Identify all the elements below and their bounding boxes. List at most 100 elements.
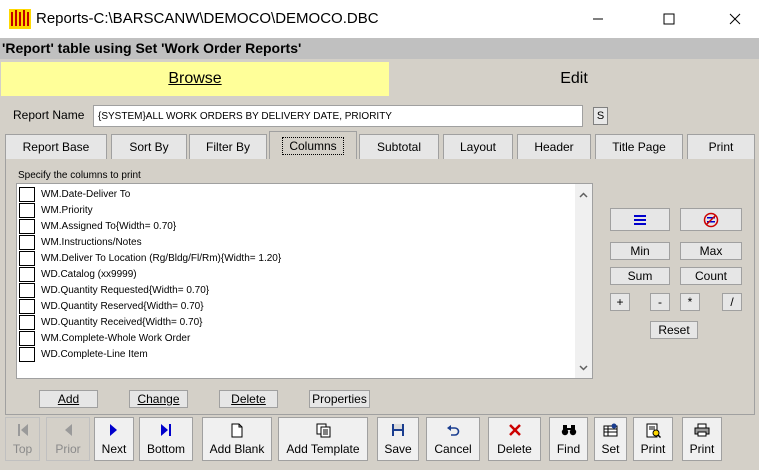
multiply-button[interactable]: *	[680, 293, 700, 311]
minus-button[interactable]: -	[650, 293, 670, 311]
column-checkbox[interactable]	[19, 250, 35, 266]
column-checkbox[interactable]	[19, 346, 35, 362]
plus-button[interactable]: +	[610, 293, 630, 311]
report-name-s-button[interactable]: S	[593, 107, 608, 125]
columns-list[interactable]: WM.Date-Deliver To WM.Priority WM.Assign…	[16, 183, 593, 379]
columns-instruction: Specify the columns to print	[18, 170, 141, 181]
column-checkbox[interactable]	[19, 314, 35, 330]
sum-button[interactable]: Sum	[610, 267, 670, 285]
list-item[interactable]: WD.Quantity Requested{Width= 0.70}	[19, 282, 574, 298]
tab-sort-by[interactable]: Sort By	[111, 134, 187, 159]
minimize-button[interactable]	[575, 0, 621, 38]
close-button[interactable]	[712, 0, 758, 38]
column-label: WM.Complete-Whole Work Order	[41, 332, 191, 344]
add-blank-label: Add Blank	[209, 442, 265, 456]
add-blank-button[interactable]: Add Blank	[202, 417, 272, 461]
cancel-label: Cancel	[434, 442, 472, 456]
minimize-icon	[593, 18, 603, 20]
tab-header[interactable]: Header	[517, 134, 591, 159]
top-label: Top	[12, 442, 33, 456]
prior-button[interactable]: Prior	[46, 417, 90, 461]
last-record-icon	[158, 422, 174, 438]
find-button[interactable]: Find	[549, 417, 588, 461]
column-label: WM.Assigned To{Width= 0.70}	[41, 220, 177, 232]
column-checkbox[interactable]	[19, 186, 35, 202]
column-checkbox[interactable]	[19, 298, 35, 314]
column-checkbox[interactable]	[19, 282, 35, 298]
tab-print[interactable]: Print	[687, 134, 755, 159]
app-logo-icon	[9, 9, 31, 29]
report-name-field[interactable]: {SYSTEM}ALL WORK ORDERS BY DELIVERY DATE…	[93, 105, 583, 127]
maximize-icon	[663, 13, 675, 25]
reset-button[interactable]: Reset	[650, 321, 698, 339]
list-item[interactable]: WD.Complete-Line Item	[19, 346, 574, 362]
new-document-icon	[229, 422, 245, 438]
printer-icon	[694, 422, 710, 438]
list-item[interactable]: WM.Instructions/Notes	[19, 234, 574, 250]
list-item[interactable]: WM.Deliver To Location (Rg/Bldg/Fl/Rm){W…	[19, 250, 574, 266]
count-button[interactable]: Count	[680, 267, 742, 285]
properties-button[interactable]: Properties	[309, 390, 370, 408]
column-label: WM.Priority	[41, 204, 93, 216]
column-label: WM.Date-Deliver To	[41, 188, 131, 200]
scroll-up-button[interactable]	[575, 186, 592, 203]
tab-columns[interactable]: Columns	[269, 131, 357, 159]
change-column-button[interactable]: Change	[129, 390, 188, 408]
set-button[interactable]: Set	[594, 417, 627, 461]
bottom-button[interactable]: Bottom	[139, 417, 193, 461]
edit-tab[interactable]: Edit	[389, 62, 759, 96]
column-checkbox[interactable]	[19, 218, 35, 234]
tab-report-base[interactable]: Report Base	[5, 134, 107, 159]
add-template-button[interactable]: Add Template	[278, 417, 368, 461]
column-label: WM.Deliver To Location (Rg/Bldg/Fl/Rm){W…	[41, 252, 282, 264]
table-info-text: 'Report' table using Set 'Work Order Rep…	[2, 40, 302, 56]
list-item[interactable]: WM.Complete-Whole Work Order	[19, 330, 574, 346]
tab-layout[interactable]: Layout	[443, 134, 513, 159]
column-checkbox[interactable]	[19, 266, 35, 282]
print-label: Print	[689, 442, 715, 456]
list-item[interactable]: WM.Priority	[19, 202, 574, 218]
maximize-button[interactable]	[646, 0, 692, 38]
list-item[interactable]: WD.Catalog (xx9999)	[19, 266, 574, 282]
next-record-icon	[106, 422, 122, 438]
delete-button[interactable]: Delete	[488, 417, 541, 461]
bottom-toolbar: Top Prior Next Bottom Add Blank Add Temp…	[0, 415, 759, 470]
tab-title-page[interactable]: Title Page	[595, 134, 683, 159]
add-column-button[interactable]: Add	[39, 390, 98, 408]
list-format-button[interactable]	[610, 208, 670, 231]
tab-columns-label: Columns	[282, 136, 344, 155]
tab-filter-by[interactable]: Filter By	[189, 134, 267, 159]
scroll-down-button[interactable]	[575, 359, 592, 376]
clear-format-button[interactable]	[680, 208, 742, 231]
list-item[interactable]: WM.Date-Deliver To	[19, 186, 574, 202]
column-label: WD.Quantity Reserved{Width= 0.70}	[41, 300, 204, 312]
chevron-up-icon	[579, 191, 588, 198]
divide-button[interactable]: /	[722, 293, 742, 311]
min-button[interactable]: Min	[610, 242, 670, 260]
binoculars-icon	[561, 422, 577, 438]
next-button[interactable]: Next	[94, 417, 134, 461]
top-button[interactable]: Top	[5, 417, 40, 461]
list-scrollbar[interactable]	[575, 184, 592, 378]
column-label: WD.Complete-Line Item	[41, 348, 148, 360]
print-button[interactable]: Print	[682, 417, 722, 461]
column-checkbox[interactable]	[19, 330, 35, 346]
list-item[interactable]: WD.Quantity Reserved{Width= 0.70}	[19, 298, 574, 314]
max-button[interactable]: Max	[680, 242, 742, 260]
cancel-button[interactable]: Cancel	[426, 417, 480, 461]
column-checkbox[interactable]	[19, 202, 35, 218]
list-item[interactable]: WD.Quantity Received{Width= 0.70}	[19, 314, 574, 330]
browse-tab[interactable]: Browse	[1, 62, 389, 96]
floppy-disk-icon	[390, 422, 406, 438]
column-label: WD.Quantity Received{Width= 0.70}	[41, 316, 203, 328]
prior-label: Prior	[55, 442, 81, 456]
table-set-icon	[603, 422, 619, 438]
delete-column-button[interactable]: Delete	[219, 390, 278, 408]
list-item[interactable]: WM.Assigned To{Width= 0.70}	[19, 218, 574, 234]
column-checkbox[interactable]	[19, 234, 35, 250]
save-button[interactable]: Save	[377, 417, 419, 461]
tab-subtotal[interactable]: Subtotal	[359, 134, 439, 159]
save-label: Save	[384, 442, 412, 456]
delete-x-icon	[507, 422, 523, 438]
print-preview-button[interactable]: Print	[633, 417, 673, 461]
